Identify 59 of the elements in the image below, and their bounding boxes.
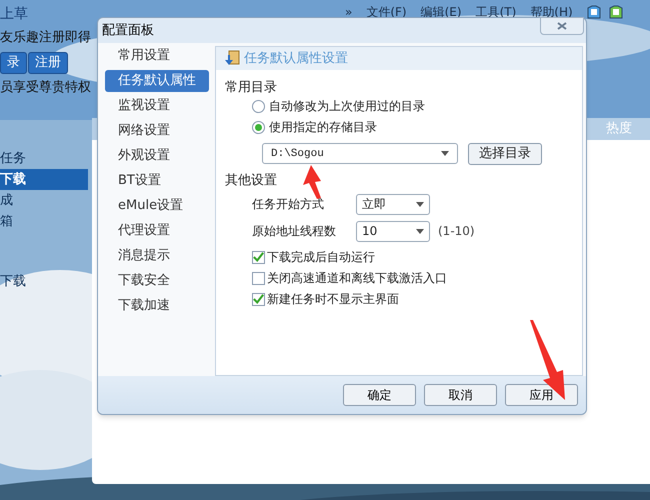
radio-button[interactable] (252, 120, 265, 134)
menu-item[interactable]: 工具(T) (476, 3, 516, 21)
category-item[interactable]: 监视设置 (105, 94, 215, 117)
nav-item[interactable]: 下载 (0, 271, 88, 292)
menu-item[interactable]: » (345, 3, 352, 21)
field-label: 原始地址线程数 (252, 223, 337, 240)
nav-item[interactable]: 箱 (0, 211, 88, 232)
category-item[interactable]: 消息提示 (105, 244, 215, 267)
checkbox-label: 下载完成后自动运行 (267, 249, 375, 266)
dialog-button[interactable]: 应用 (505, 384, 578, 406)
dialog-title: 配置面板 (102, 22, 154, 40)
category-item[interactable]: 常用设置 (105, 44, 215, 67)
radio-label: 自动修改为上次使用过的目录 (269, 98, 425, 116)
category-item[interactable]: 代理设置 (105, 220, 215, 242)
value-dropdown[interactable]: 10 (356, 220, 430, 242)
category-item[interactable]: BT设置 (105, 170, 215, 192)
category-item[interactable]: 下载安全 (105, 270, 215, 292)
check-icon (253, 293, 264, 306)
nav-item[interactable]: 成 (0, 190, 88, 211)
category-item[interactable]: 任务默认属性 (105, 70, 209, 92)
menu-item[interactable]: 编辑(E) (420, 3, 462, 21)
caret-icon (416, 228, 424, 234)
browse-button[interactable]: 选择目录 (468, 142, 542, 165)
value-dropdown[interactable]: 立即 (356, 194, 430, 215)
menu-item[interactable]: 文件(F) (366, 3, 407, 21)
field-label: 任务开始方式 (252, 196, 325, 214)
shirt-icon[interactable] (586, 5, 601, 19)
checkbox-label: 新建任务时不显示主界面 (267, 291, 399, 308)
close-icon (557, 22, 567, 30)
section-heading: 其他设置 (225, 172, 277, 190)
caret-icon (441, 151, 449, 156)
caret-icon (416, 202, 424, 207)
shirt-icon[interactable] (608, 5, 623, 19)
checkbox[interactable] (252, 250, 265, 264)
dialog-button[interactable]: 取消 (424, 384, 497, 406)
promo-text: 友乐趣注册即得 (0, 29, 90, 47)
register-button[interactable]: 注册 (28, 52, 68, 74)
nav-item[interactable]: 任务 (0, 148, 88, 169)
app-title: 上草 (0, 5, 29, 24)
checkbox-label: 关闭高速通道和离线下载激活入口 (267, 270, 447, 288)
range-hint: (1-10) (438, 223, 475, 240)
radio-button[interactable] (252, 100, 265, 113)
document-download-icon (224, 50, 240, 66)
panel-title: 任务默认属性设置 (244, 50, 348, 68)
dialog-button[interactable]: 确定 (343, 384, 416, 406)
category-item[interactable]: 网络设置 (105, 120, 215, 142)
nav-item[interactable]: 下载 (0, 169, 88, 190)
login-button[interactable]: 录 (0, 52, 27, 74)
checkbox[interactable] (252, 292, 265, 306)
category-item[interactable]: 下载加速 (105, 294, 215, 317)
category-item[interactable]: eMule设置 (105, 194, 215, 217)
vip-text: 员享受尊贵特权 (0, 79, 90, 97)
check-icon (253, 251, 264, 264)
category-item[interactable]: 外观设置 (105, 144, 215, 167)
section-heading: 常用目录 (225, 78, 277, 97)
directory-dropdown[interactable]: D:\Sogou (262, 143, 458, 164)
checkbox[interactable] (252, 272, 265, 285)
menu-item[interactable]: 帮助(H) (530, 3, 573, 21)
radio-label: 使用指定的存储目录 (269, 119, 377, 136)
